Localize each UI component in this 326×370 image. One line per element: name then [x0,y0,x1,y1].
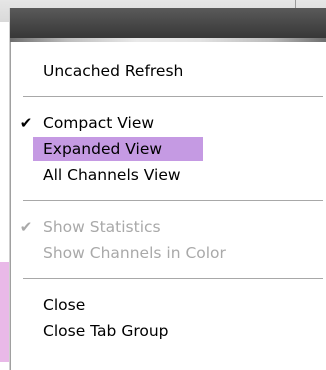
checkmark-icon: ✔ [19,218,33,236]
menu-item-label: Close [43,296,86,314]
menu-item-show-statistics: ✔ Show Statistics [20,215,161,239]
menu-item-label: Compact View [43,114,155,132]
menu-item-label: Close Tab Group [43,322,169,340]
menu-item-label: Show Channels in Color [43,244,226,262]
context-menu: Uncached Refresh ✔ Compact View Expanded… [10,8,326,370]
titlebar-divider [295,0,296,8]
menu-separator [23,96,323,97]
menu-item-label: Expanded View [43,140,163,158]
menu-item-close[interactable]: Close [43,293,85,317]
menu-header-bar [10,8,326,42]
menu-item-label: Uncached Refresh [43,62,184,80]
menu-item-show-channels-in-color: Show Channels in Color [43,241,226,265]
menu-body: Uncached Refresh ✔ Compact View Expanded… [10,42,326,370]
menu-item-expanded-view[interactable]: Expanded View [33,137,203,161]
menu-item-label: Show Statistics [43,218,161,236]
menu-item-label: All Channels View [43,166,181,184]
menu-item-close-tab-group[interactable]: Close Tab Group [43,319,169,343]
menu-item-uncached-refresh[interactable]: Uncached Refresh [43,59,183,83]
menu-item-all-channels-view[interactable]: All Channels View [43,163,181,187]
menu-separator [23,200,323,201]
checkmark-icon: ✔ [19,114,33,132]
menu-item-compact-view[interactable]: ✔ Compact View [20,111,155,135]
menu-separator [23,278,323,279]
